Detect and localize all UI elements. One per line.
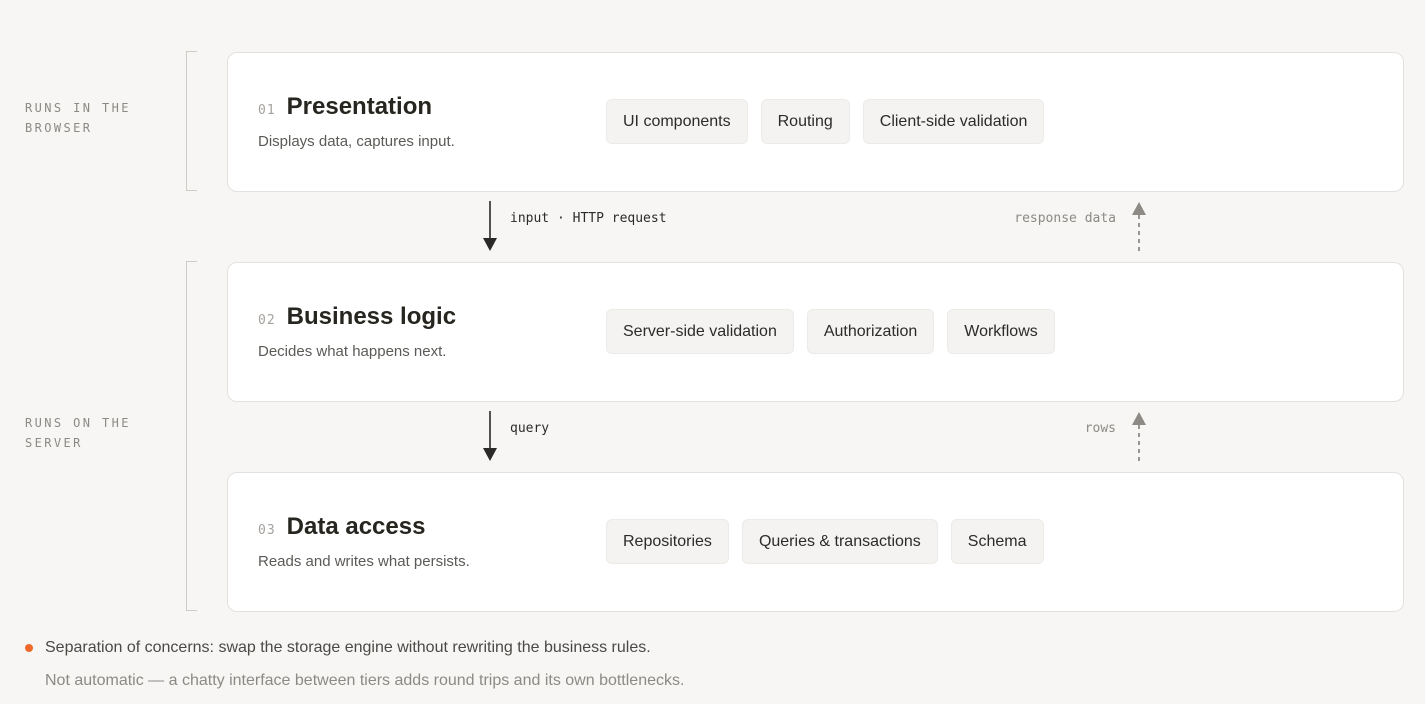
chip-repositories: Repositories (606, 519, 729, 564)
tier-number: 01 (258, 103, 276, 118)
tier-title: Presentation (286, 93, 433, 120)
chip-queries-transactions: Queries & transactions (741, 519, 938, 564)
tier-title: Business logic (286, 303, 457, 330)
chip-workflows: Workflows (947, 309, 1055, 354)
tier-business-logic: 02 Business logic Decides what happens n… (227, 262, 1404, 402)
arrow-down-icon (483, 411, 497, 461)
chip-schema: Schema (950, 519, 1044, 564)
arrow-up-dashed-icon (1132, 202, 1146, 252)
tier-presentation: 01 Presentation Displays data, captures … (227, 52, 1404, 192)
chip-authorization: Authorization (806, 309, 935, 354)
note-sub: Not automatic — a chatty interface betwe… (45, 672, 685, 689)
tier-number: 03 (258, 523, 276, 538)
tier-chips: Repositories Queries & transactions Sche… (606, 519, 1044, 564)
zone-label-browser: Runs in the browser (25, 101, 131, 135)
flow-label-request: input · HTTP request (510, 211, 667, 226)
arrow-up-dashed-icon (1132, 412, 1146, 462)
tier-title: Data access (286, 513, 426, 540)
flow-label-query: query (510, 421, 550, 436)
tier-number: 02 (258, 313, 276, 328)
note-main: Separation of concerns: swap the storage… (25, 639, 651, 657)
flow-label-rows: rows (1084, 421, 1116, 436)
arrow-down-icon (483, 201, 497, 251)
flow-label-response: response data (1014, 211, 1116, 226)
chip-server-side-validation: Server-side validation (606, 309, 794, 354)
tier-description: Reads and writes what persists. (258, 553, 470, 570)
zone-bracket-server (186, 261, 197, 611)
chip-client-side-validation: Client-side validation (862, 99, 1045, 144)
tier-description: Displays data, captures input. (258, 133, 455, 150)
chip-routing: Routing (760, 99, 850, 144)
tier-data-access: 03 Data access Reads and writes what per… (227, 472, 1404, 612)
bullet-dot-icon (25, 644, 33, 652)
tier-description: Decides what happens next. (258, 343, 447, 360)
zone-label-server: Runs on the server (25, 416, 131, 450)
chip-ui-components: UI components (606, 99, 748, 144)
note-main-text: Separation of concerns: swap the storage… (45, 639, 651, 656)
tier-chips: Server-side validation Authorization Wor… (606, 309, 1055, 354)
tier-chips: UI components Routing Client-side valida… (606, 99, 1045, 144)
zone-bracket-browser (186, 51, 197, 191)
